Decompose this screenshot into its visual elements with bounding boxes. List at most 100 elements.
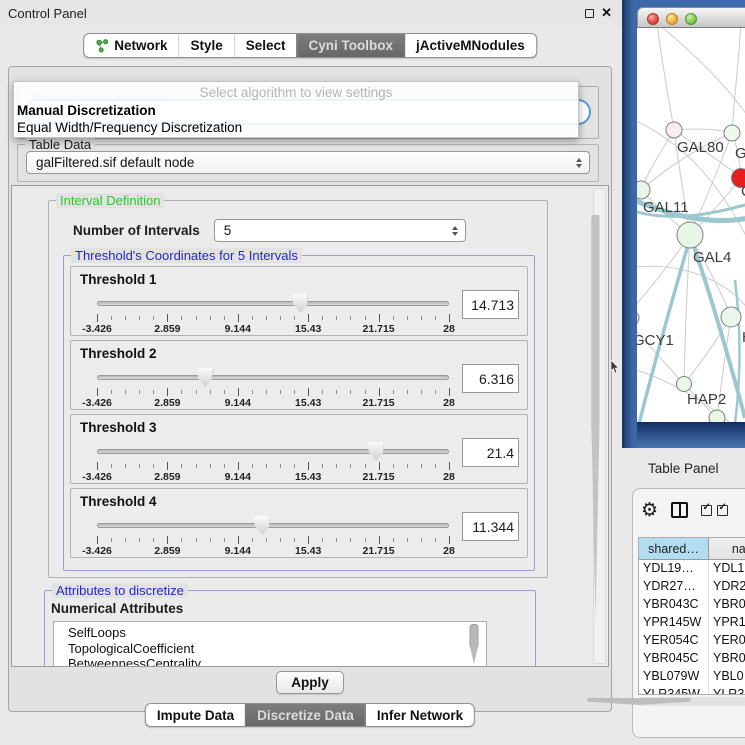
threshold-label: Threshold 4 (80, 494, 157, 509)
slider-thumb[interactable] (293, 294, 308, 313)
tab-impute-data[interactable]: Impute Data (146, 704, 245, 726)
table-cell[interactable]: YDR27… (639, 578, 709, 596)
apply-button[interactable]: Apply (276, 671, 344, 694)
table-cell[interactable]: YBR0 (709, 596, 745, 614)
numerical-attributes-list[interactable]: SelfLoops TopologicalCoefficient Between… (53, 621, 487, 667)
table-data-combobox[interactable]: galFiltered.sif default node (26, 151, 590, 174)
network-node[interactable] (677, 377, 692, 392)
number-of-intervals-combobox[interactable]: 5 (214, 219, 466, 242)
table-cell[interactable]: YBR045C (639, 650, 709, 668)
network-node[interactable] (724, 125, 740, 141)
list-scrollbar[interactable] (474, 624, 484, 667)
tab-jactivemnodules[interactable]: jActiveMNodules (404, 34, 536, 57)
slider-tick-labels: -3.4262.8599.14415.4321.71528 (97, 471, 449, 482)
horizontal-scrollbar[interactable] (638, 697, 745, 706)
tab-cyni-toolbox[interactable]: Cyni Toolbox (297, 34, 405, 57)
threshold-3-slider[interactable]: -3.4262.8599.14415.4321.71528 (95, 442, 451, 482)
threshold-2-slider[interactable]: -3.4262.8599.14415.4321.71528 (95, 368, 451, 408)
network-window-bottom-frame (637, 422, 745, 448)
table-cell[interactable]: YLR345W (639, 686, 709, 695)
table-cell[interactable]: YBL0 (709, 668, 745, 686)
scrollbar-thumb[interactable] (592, 215, 600, 619)
threshold-value-field[interactable]: 14.713 (462, 290, 519, 319)
table-cell[interactable]: YBR043C (639, 596, 709, 614)
tab-style[interactable]: Style (178, 34, 233, 57)
network-node[interactable] (666, 122, 682, 138)
tab-label: Select (246, 38, 286, 53)
table-row[interactable]: YLR345WYLR3 (639, 686, 745, 695)
table-row[interactable]: YER054CYER0 (639, 632, 745, 650)
network-node[interactable] (721, 307, 741, 327)
tab-label: Impute Data (157, 708, 234, 723)
slider-thumb[interactable] (198, 368, 213, 387)
combo-arrows-icon (452, 226, 458, 236)
network-node[interactable] (637, 311, 639, 325)
network-canvas[interactable]: GAL80GACGAL11GAL4GCY1HHAP2 (637, 28, 745, 422)
tab-infer-network[interactable]: Infer Network (365, 704, 474, 726)
popup-item-manual-discretization[interactable]: Manual Discretization (16, 103, 574, 118)
threshold-value-field[interactable]: 21.4 (462, 438, 519, 467)
settings-gear-icon[interactable]: ⚙ (641, 500, 658, 520)
table-cell[interactable]: YBL079W (639, 668, 709, 686)
threshold-1-slider[interactable]: -3.4262.8599.14415.4321.71528 (95, 294, 451, 334)
table-cell[interactable]: YBR0 (709, 650, 745, 668)
slider-thumb[interactable] (255, 516, 270, 535)
network-node[interactable] (677, 222, 703, 248)
slider-track (97, 375, 449, 380)
combo-arrows-icon (576, 158, 582, 168)
table-cell[interactable]: YDR2 (709, 578, 745, 596)
table-row[interactable]: YDR27…YDR2 (639, 578, 745, 596)
network-window-titlebar[interactable] (637, 7, 745, 28)
list-item[interactable]: BetweennessCentrality (68, 656, 486, 667)
list-item[interactable]: SelfLoops (68, 625, 486, 641)
tab-select[interactable]: Select (234, 34, 297, 57)
minimize-traffic-light-icon[interactable] (666, 13, 678, 25)
column-header-name[interactable]: name (709, 538, 745, 559)
table-row[interactable]: YBR043CYBR0 (639, 596, 745, 614)
network-node[interactable] (709, 410, 725, 422)
node-label: GCY1 (637, 332, 674, 349)
tab-label: jActiveMNodules (416, 38, 525, 53)
table-cell[interactable]: YER0 (709, 632, 745, 650)
threshold-label: Threshold 3 (80, 420, 157, 435)
threshold-4-slider[interactable]: -3.4262.8599.14415.4321.71528 (95, 516, 451, 556)
slider-ticks (97, 462, 449, 470)
table-cell[interactable]: YER054C (639, 632, 709, 650)
table-cell[interactable]: YPR1 (709, 614, 745, 632)
table-cell[interactable]: YPR145W (639, 614, 709, 632)
table-row[interactable]: YDL19…YDL1 (639, 560, 745, 578)
slider-ticks (97, 536, 449, 544)
close-traffic-light-icon[interactable] (647, 13, 659, 25)
bottom-tabstrip: Impute Data Discretize Data Infer Networ… (145, 703, 475, 727)
numerical-attributes-label: Numerical Attributes (51, 601, 183, 616)
checkbox-checked-icon[interactable] (701, 505, 712, 516)
table-cell[interactable]: YLR3 (709, 686, 745, 695)
threshold-value-field[interactable]: 11.344 (462, 512, 519, 541)
table-row[interactable]: YBR045CYBR0 (639, 650, 745, 668)
threshold-3-box: Threshold 3 -3.4262.8599.14415.4321.7152… (70, 414, 528, 484)
tab-discretize-data[interactable]: Discretize Data (245, 704, 365, 726)
table-row[interactable]: YBL079WYBL0 (639, 668, 745, 686)
vertical-scrollbar[interactable] (593, 188, 606, 664)
checkbox-checked-icon[interactable] (717, 505, 728, 516)
table-row[interactable]: YPR145WYPR1 (639, 614, 745, 632)
combo-value: galFiltered.sif default node (36, 155, 194, 170)
table-cell[interactable]: YDL19… (639, 560, 709, 578)
list-item[interactable]: TopologicalCoefficient (68, 641, 486, 657)
tab-network[interactable]: Network (84, 34, 178, 57)
tab-label: Discretize Data (257, 708, 354, 723)
table-cell[interactable]: YDL1 (709, 560, 745, 578)
close-icon[interactable]: ✕ (601, 8, 612, 18)
column-header-shared-name[interactable]: shared… (639, 538, 709, 559)
split-columns-icon[interactable] (671, 502, 688, 518)
zoom-traffic-light-icon[interactable] (685, 13, 697, 25)
threshold-value-field[interactable]: 6.316 (462, 364, 519, 393)
popup-item-equal-width-frequency[interactable]: Equal Width/Frequency Discretization (16, 120, 574, 135)
algorithm-dropdown-popup: Select algorithm to view settings Manual… (13, 81, 579, 138)
slider-thumb[interactable] (369, 442, 384, 461)
float-window-icon[interactable] (585, 9, 594, 18)
threshold-2-box: Threshold 2 -3.4262.8599.14415.4321.7152… (70, 340, 528, 410)
slider-track (97, 449, 449, 454)
network-node[interactable] (637, 181, 650, 199)
combo-value: 5 (224, 223, 232, 238)
